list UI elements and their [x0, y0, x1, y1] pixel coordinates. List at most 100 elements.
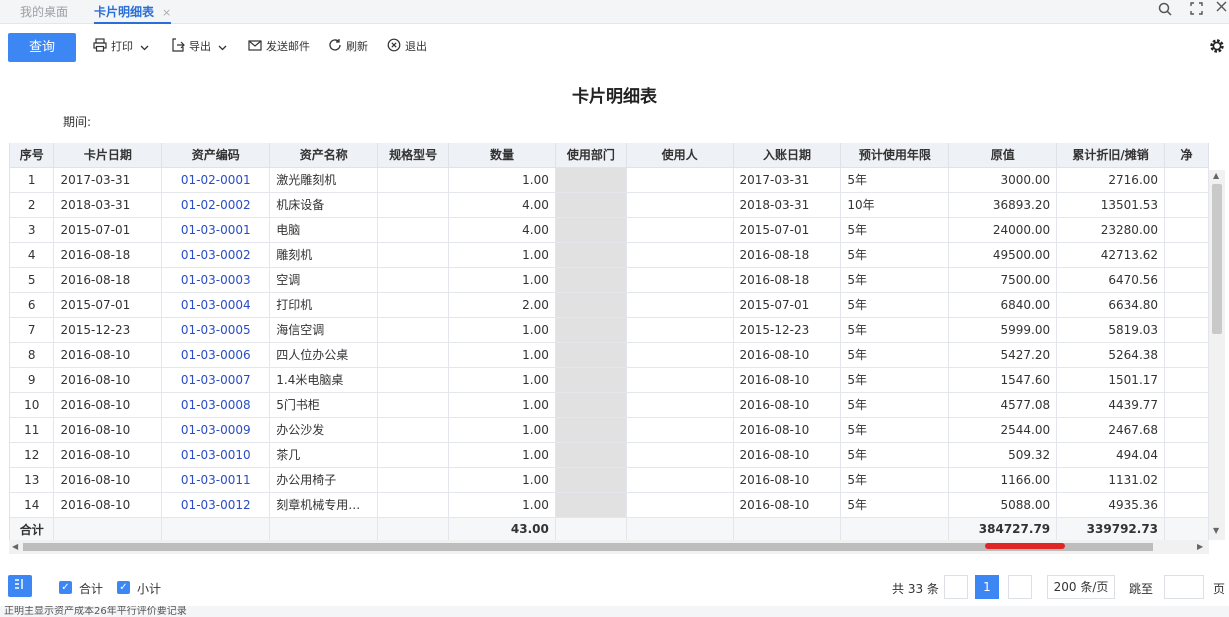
- page-size-select[interactable]: 200 条/页: [1047, 575, 1115, 599]
- table-cell: 42713.62: [1056, 242, 1166, 268]
- scroll-left-icon[interactable]: ◀: [12, 542, 18, 551]
- table-cell[interactable]: 01-03-0001: [161, 217, 271, 243]
- table-cell: 1.00: [448, 267, 556, 293]
- table-cell: 2016-08-10: [53, 442, 163, 468]
- table-cell: 2015-07-01: [53, 217, 163, 243]
- search-icon[interactable]: [1156, 2, 1174, 20]
- table-cell: 2: [10, 192, 55, 218]
- table-cell: [1164, 242, 1209, 268]
- table-cell[interactable]: 01-03-0009: [161, 417, 271, 443]
- table-cell[interactable]: 01-03-0010: [161, 442, 271, 468]
- table-cell: [555, 267, 627, 293]
- vertical-scrollbar[interactable]: ▲ ▼: [1209, 170, 1225, 540]
- col-header[interactable]: 使用人: [626, 143, 734, 168]
- table-row[interactable]: 9 2016-08-10 01-03-0007 1.4米电脑桌 1.00 2016-08-…: [10, 367, 1209, 393]
- export-button[interactable]: 导出: [171, 38, 227, 56]
- subtotal-checkbox[interactable]: ✓: [117, 581, 130, 594]
- total-cell: [269, 517, 379, 540]
- col-header[interactable]: 规格型号: [377, 143, 450, 168]
- table-cell: 5年: [840, 442, 950, 468]
- table-cell[interactable]: 01-03-0007: [161, 367, 271, 393]
- total-cell: [377, 517, 450, 540]
- table-cell[interactable]: 01-02-0001: [161, 167, 271, 193]
- table-cell: [555, 167, 627, 193]
- col-header[interactable]: 使用部门: [555, 143, 627, 168]
- table-cell: [626, 367, 734, 393]
- table-row[interactable]: 3 2015-07-01 01-03-0001 电脑 4.00 2015-07-01 5年 2…: [10, 217, 1209, 243]
- vertical-scroll-thumb[interactable]: [1212, 184, 1222, 334]
- column-settings-button[interactable]: [8, 575, 32, 597]
- table-row[interactable]: 4 2016-08-18 01-03-0002 雕刻机 1.00 2016-08-18 5年…: [10, 242, 1209, 268]
- table-cell: 6840.00: [948, 292, 1058, 318]
- close-icon[interactable]: ×: [162, 6, 171, 19]
- table-cell: 5年: [840, 317, 950, 343]
- table-row[interactable]: 13 2016-08-10 01-03-0011 办公用椅子 1.00 2016-08-1…: [10, 467, 1209, 493]
- table-cell: [377, 367, 450, 393]
- table-cell: [1164, 442, 1209, 468]
- tab-card-detail[interactable]: 卡片明细表 ×: [94, 0, 172, 24]
- table-row[interactable]: 12 2016-08-10 01-03-0010 茶几 1.00 2016-08-10 5年…: [10, 442, 1209, 468]
- table-cell: 2017-03-31: [733, 167, 842, 193]
- table-cell: [626, 317, 734, 343]
- gear-icon[interactable]: [1208, 37, 1226, 55]
- col-header[interactable]: 入账日期: [733, 143, 842, 168]
- table-cell: 5年: [840, 167, 950, 193]
- table-row[interactable]: 11 2016-08-10 01-03-0009 办公沙发 1.00 2016-08-10…: [10, 417, 1209, 443]
- col-header[interactable]: 资产名称: [269, 143, 379, 168]
- table-cell[interactable]: 01-03-0004: [161, 292, 271, 318]
- horizontal-scroll-thumb[interactable]: [23, 543, 1153, 551]
- table-row[interactable]: 1 2017-03-31 01-02-0001 激光雕刻机 1.00 2017-03-31…: [10, 167, 1209, 193]
- exit-button[interactable]: 退出: [387, 38, 427, 56]
- col-header[interactable]: 预计使用年限: [840, 143, 950, 168]
- table-cell[interactable]: 01-03-0003: [161, 267, 271, 293]
- refresh-button[interactable]: 刷新: [328, 38, 368, 56]
- page-button-current[interactable]: 1: [975, 575, 999, 599]
- tab-my-desktop[interactable]: 我的桌面: [20, 0, 68, 24]
- table-row[interactable]: 7 2015-12-23 01-03-0005 海信空调 1.00 2015-12-23 5…: [10, 317, 1209, 343]
- table-cell: [1164, 217, 1209, 243]
- table-cell[interactable]: 01-03-0011: [161, 467, 271, 493]
- table-row[interactable]: 10 2016-08-10 01-03-0008 5门书柜 1.00 2016-08-10…: [10, 392, 1209, 418]
- tab-bar: 我的桌面 卡片明细表 ×: [0, 0, 1229, 24]
- col-header[interactable]: 数量: [448, 143, 556, 168]
- scroll-up-icon[interactable]: ▲: [1213, 171, 1219, 180]
- table-row[interactable]: 2 2018-03-31 01-02-0002 机床设备 4.00 2018-03-31 1…: [10, 192, 1209, 218]
- table-cell: 12: [10, 442, 55, 468]
- scroll-right-icon[interactable]: ▶: [1197, 542, 1203, 551]
- col-header[interactable]: 卡片日期: [53, 143, 163, 168]
- goto-page-input[interactable]: [1164, 575, 1204, 599]
- window-close-icon[interactable]: [1214, 0, 1228, 18]
- total-row: 合计 43.00 384727.79 339792.73: [10, 517, 1209, 540]
- query-button[interactable]: 查询: [8, 33, 76, 62]
- table-row[interactable]: 14 2016-08-10 01-03-0012 刻章机械专用… 1.00 2016-08…: [10, 492, 1209, 518]
- table-cell[interactable]: 01-02-0002: [161, 192, 271, 218]
- total-checkbox[interactable]: ✓: [59, 581, 72, 594]
- scroll-down-icon[interactable]: ▼: [1213, 526, 1219, 535]
- prev-page-button[interactable]: [944, 575, 968, 599]
- col-header[interactable]: 累计折旧/摊销: [1056, 143, 1166, 168]
- table-cell: 4: [10, 242, 55, 268]
- table-row[interactable]: 8 2016-08-10 01-03-0006 四人位办公桌 1.00 2016-08-1…: [10, 342, 1209, 368]
- col-header[interactable]: 原值: [948, 143, 1058, 168]
- table-cell: 5年: [840, 217, 950, 243]
- table-cell[interactable]: 01-03-0008: [161, 392, 271, 418]
- table-cell[interactable]: 01-03-0006: [161, 342, 271, 368]
- table-cell[interactable]: 01-03-0012: [161, 492, 271, 518]
- col-header[interactable]: 序号: [10, 143, 55, 168]
- table-cell[interactable]: 01-03-0005: [161, 317, 271, 343]
- table-cell: 7: [10, 317, 55, 343]
- col-header[interactable]: 净: [1164, 143, 1209, 168]
- next-page-button[interactable]: [1008, 575, 1032, 599]
- col-header[interactable]: 资产编码: [161, 143, 271, 168]
- table-cell: 1547.60: [948, 367, 1058, 393]
- table-row[interactable]: 6 2015-07-01 01-03-0004 打印机 2.00 2015-07-01 5年…: [10, 292, 1209, 318]
- maximize-icon[interactable]: [1187, 2, 1205, 20]
- total-cell: 43.00: [448, 517, 556, 540]
- table-cell[interactable]: 01-03-0002: [161, 242, 271, 268]
- table-row[interactable]: 5 2016-08-18 01-03-0003 空调 1.00 2016-08-18 5年 7…: [10, 267, 1209, 293]
- print-button[interactable]: 打印: [93, 38, 149, 56]
- table-cell: [377, 392, 450, 418]
- table-cell: 2015-07-01: [733, 217, 842, 243]
- send-mail-button[interactable]: 发送邮件: [248, 38, 310, 56]
- table-cell: 刻章机械专用…: [269, 492, 379, 518]
